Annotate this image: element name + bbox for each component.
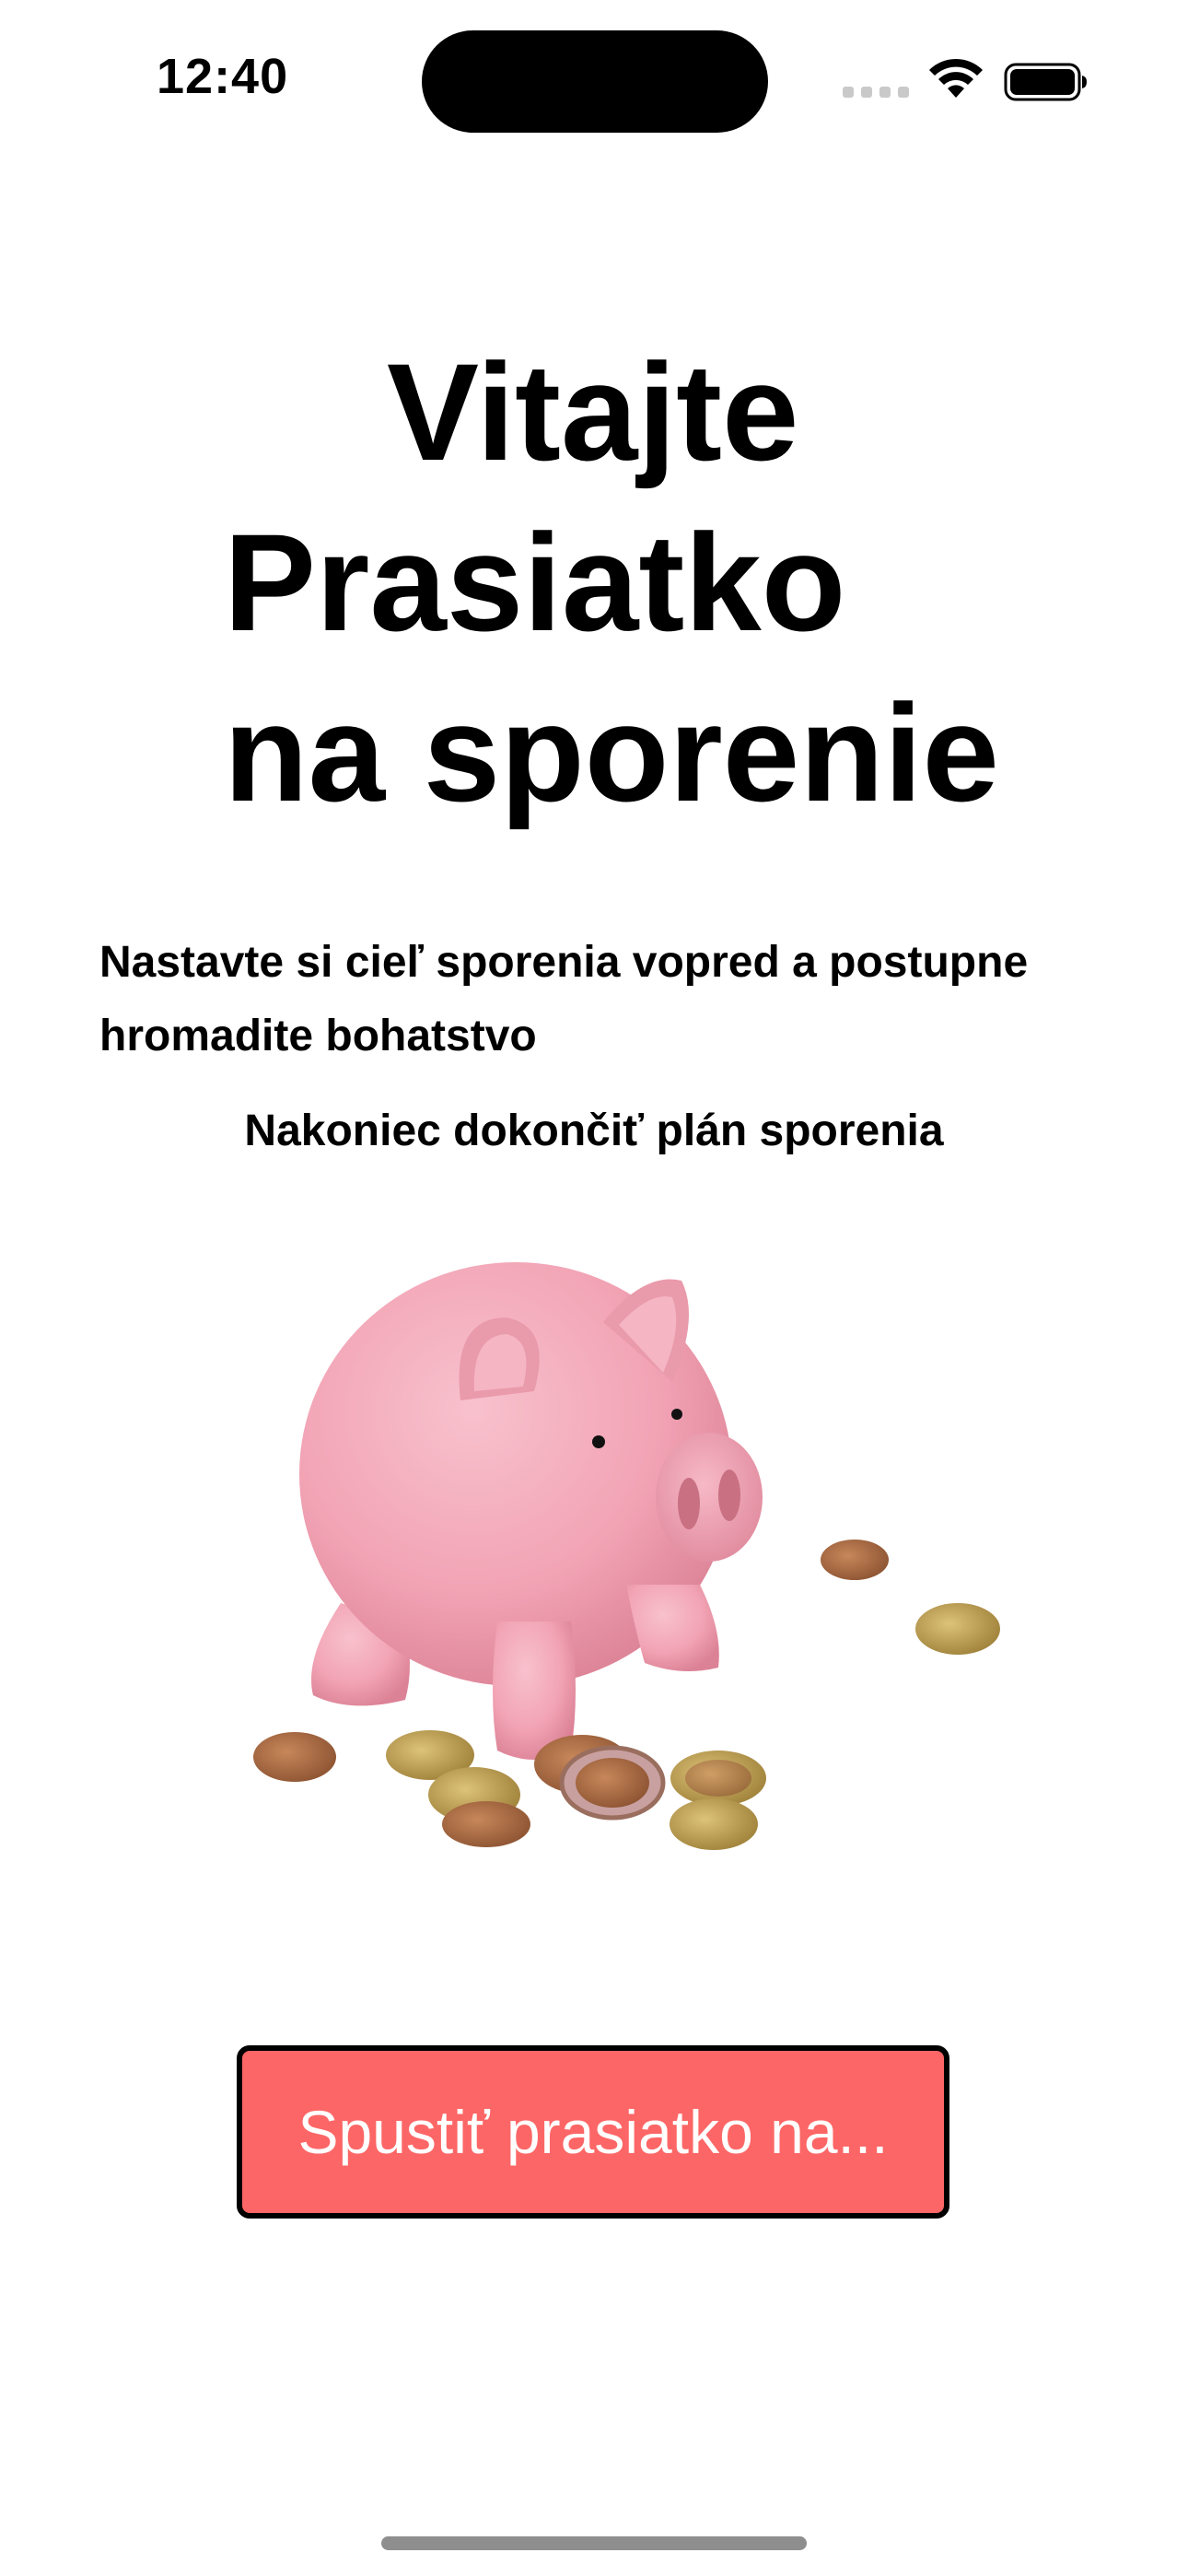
welcome-title: Vitajte Prasiatko na sporenie bbox=[0, 327, 1188, 838]
home-indicator[interactable] bbox=[381, 2536, 807, 2550]
battery-icon bbox=[1004, 63, 1087, 101]
wifi-icon bbox=[929, 58, 983, 98]
title-line-1: Vitajte bbox=[387, 334, 799, 489]
welcome-subtitle: Nakoniec dokončiť plán sporenia bbox=[244, 1107, 944, 1155]
title-line-2: Prasiatko bbox=[224, 505, 846, 660]
cellular-signal-icon bbox=[843, 87, 909, 98]
status-time: 12:40 bbox=[157, 49, 289, 104]
status-icons bbox=[843, 57, 1087, 103]
welcome-description: Nastavte si cieľ sporenia vopred a postu… bbox=[99, 938, 1029, 1060]
start-button-label: Spustiť prasiatko na... bbox=[297, 2098, 889, 2166]
start-piggy-bank-button[interactable]: Spustiť prasiatko na... bbox=[237, 2045, 949, 2219]
title-line-3: na sporenie bbox=[224, 675, 999, 830]
piggy-bank-icon bbox=[253, 1262, 1000, 1850]
dynamic-island bbox=[422, 30, 768, 133]
